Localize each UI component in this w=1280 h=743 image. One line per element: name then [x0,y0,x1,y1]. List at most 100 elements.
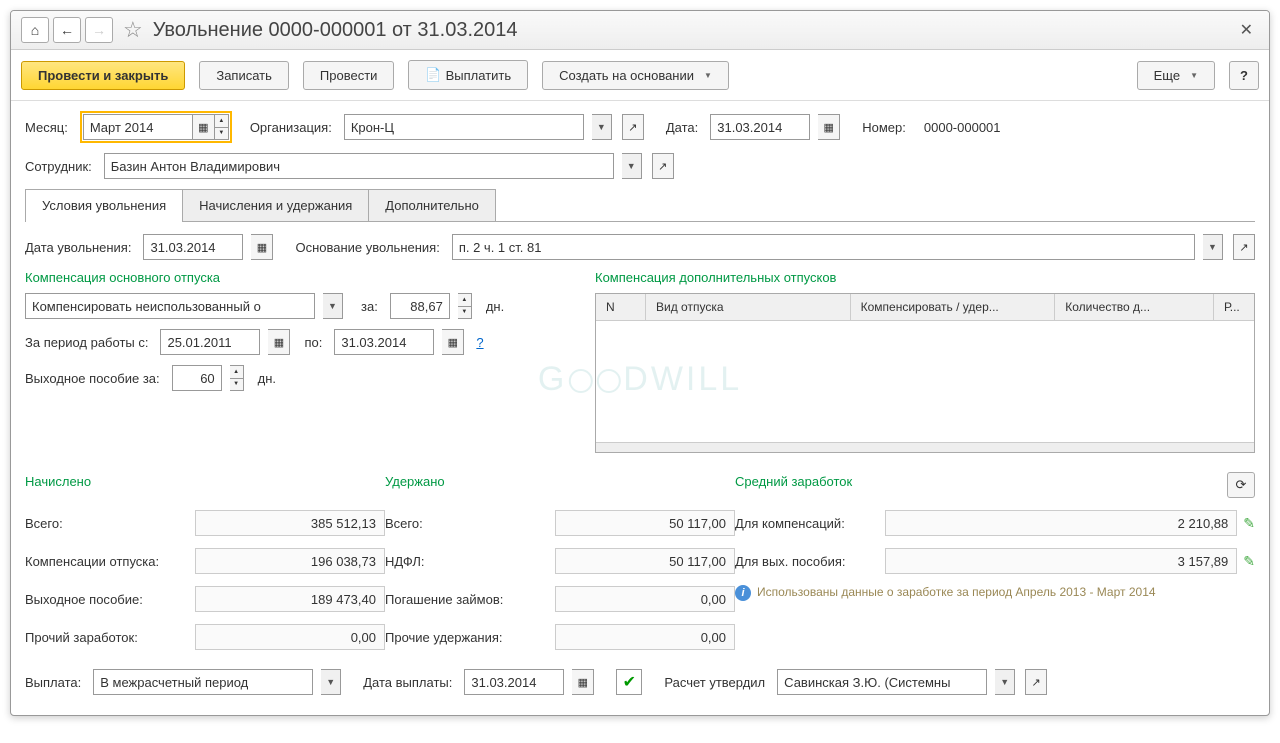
for-label: за: [361,299,378,314]
org-dropdown[interactable]: ▼ [592,114,612,140]
dismissal-date-label: Дата увольнения: [25,240,131,255]
post-button[interactable]: Провести [303,61,395,90]
table-header-comp: Компенсировать / удер... [851,294,1056,320]
withheld-total-value: 50 117,00 [555,510,735,536]
for-comp-value: 2 210,88 [885,510,1237,536]
comp-type-input[interactable]: Компенсировать неиспользованный о [25,293,315,319]
severance-label: Выходное пособие за: [25,371,160,386]
sev-label: Выходное пособие: [25,592,195,607]
pay-date-input[interactable]: 31.03.2014 [464,669,564,695]
avg-label: Средний заработок [735,474,852,489]
comp-type-dropdown[interactable]: ▼ [323,293,343,319]
comp-value: 196 038,73 [195,548,385,574]
table-body[interactable] [596,321,1254,442]
info-text: iИспользованы данные о заработке за пери… [735,585,1156,601]
severance-unit-label: дн. [258,371,276,386]
dismissal-date-input[interactable]: 31.03.2014 [143,234,243,260]
employee-open-button[interactable]: ↗ [652,153,674,179]
month-input[interactable]: Март 2014 [83,114,193,140]
edit-sev-icon[interactable]: ✎ [1243,553,1255,570]
accrued-total-value: 385 512,13 [195,510,385,536]
org-input[interactable]: Крон-Ц [344,114,584,140]
severance-spinner[interactable]: ▲▼ [230,365,244,391]
month-label: Месяц: [25,120,68,135]
date-calendar-button[interactable]: ▦ [818,114,840,140]
other-w-value: 0,00 [555,624,735,650]
period-help-link[interactable]: ? [476,335,483,350]
month-calendar-button[interactable]: ▦ [193,114,215,140]
org-label: Организация: [250,120,332,135]
period-to-input[interactable]: 31.03.2014 [334,329,434,355]
comp-add-label: Компенсация дополнительных отпусков [595,270,1255,285]
org-open-button[interactable]: ↗ [622,114,644,140]
home-button[interactable]: ⌂ [21,17,49,43]
back-button[interactable]: ← [53,17,81,43]
pay-date-label: Дата выплаты: [363,675,452,690]
tab-conditions[interactable]: Условия увольнения [25,189,183,221]
days-unit-label: дн. [486,299,504,314]
tab-additional[interactable]: Дополнительно [368,189,496,221]
ndfl-value: 50 117,00 [555,548,735,574]
withheld-total-label: Всего: [385,516,555,531]
table-header-qty: Количество д... [1055,294,1214,320]
payment-dropdown[interactable]: ▼ [321,669,341,695]
tab-accruals[interactable]: Начисления и удержания [182,189,369,221]
approved-checkbox[interactable]: ✔ [616,669,642,695]
table-header-type: Вид отпуска [646,294,851,320]
other-label: Прочий заработок: [25,630,195,645]
approved-label: Расчет утвердил [664,675,765,690]
employee-input[interactable]: Базин Антон Владимирович [104,153,614,179]
table-header-r: Р... [1214,294,1254,320]
more-button[interactable]: Еще [1137,61,1215,90]
payment-input[interactable]: В межрасчетный период [93,669,313,695]
table-header-n: N [596,294,646,320]
period-from-calendar[interactable]: ▦ [268,329,290,355]
info-icon: i [735,585,751,601]
approved-dropdown[interactable]: ▼ [995,669,1015,695]
employee-dropdown[interactable]: ▼ [622,153,642,179]
help-button[interactable]: ? [1229,61,1259,90]
severance-days-input[interactable]: 60 [172,365,222,391]
table-scrollbar[interactable] [596,442,1254,452]
accrued-label: Начислено [25,474,91,489]
for-sev-value: 3 157,89 [885,548,1237,574]
forward-button: → [85,17,113,43]
comp-label: Компенсации отпуска: [25,554,195,569]
reason-open-button[interactable]: ↗ [1233,234,1255,260]
number-label: Номер: [862,120,906,135]
comp-main-label: Компенсация основного отпуска [25,270,565,285]
write-button[interactable]: Записать [199,61,289,90]
pay-button[interactable]: 📄Выплатить [408,60,528,90]
for-sev-label: Для вых. пособия: [735,554,885,569]
reason-dropdown[interactable]: ▼ [1203,234,1223,260]
dismissal-reason-input[interactable]: п. 2 ч. 1 ст. 81 [452,234,1195,260]
period-to-calendar[interactable]: ▦ [442,329,464,355]
create-based-button[interactable]: Создать на основании [542,61,729,90]
period-from-input[interactable]: 25.01.2011 [160,329,260,355]
ndfl-label: НДФЛ: [385,554,555,569]
approved-open-button[interactable]: ↗ [1025,669,1047,695]
dismissal-reason-label: Основание увольнения: [295,240,439,255]
dismissal-date-calendar[interactable]: ▦ [251,234,273,260]
window-title: Увольнение 0000-000001 от 31.03.2014 [153,19,518,42]
post-and-close-button[interactable]: Провести и закрыть [21,61,185,90]
close-button[interactable]: ✕ [1234,20,1259,40]
days-spinner[interactable]: ▲▼ [458,293,472,319]
edit-comp-icon[interactable]: ✎ [1243,515,1255,532]
number-value: 0000-000001 [918,114,1058,140]
po-label: по: [304,335,322,350]
month-spinner[interactable]: ▲▼ [215,114,229,140]
days-input[interactable]: 88,67 [390,293,450,319]
approved-input[interactable]: Савинская З.Ю. (Системны [777,669,987,695]
sev-value: 189 473,40 [195,586,385,612]
withheld-label: Удержано [385,474,445,489]
refresh-button[interactable]: ⟳ [1227,472,1255,498]
loan-value: 0,00 [555,586,735,612]
favorite-star-icon[interactable]: ☆ [123,17,143,43]
pay-date-calendar[interactable]: ▦ [572,669,594,695]
loan-label: Погашение займов: [385,592,555,607]
additional-vacation-table[interactable]: N Вид отпуска Компенсировать / удер... К… [595,293,1255,453]
date-label: Дата: [666,120,698,135]
date-input[interactable]: 31.03.2014 [710,114,810,140]
accrued-total-label: Всего: [25,516,195,531]
